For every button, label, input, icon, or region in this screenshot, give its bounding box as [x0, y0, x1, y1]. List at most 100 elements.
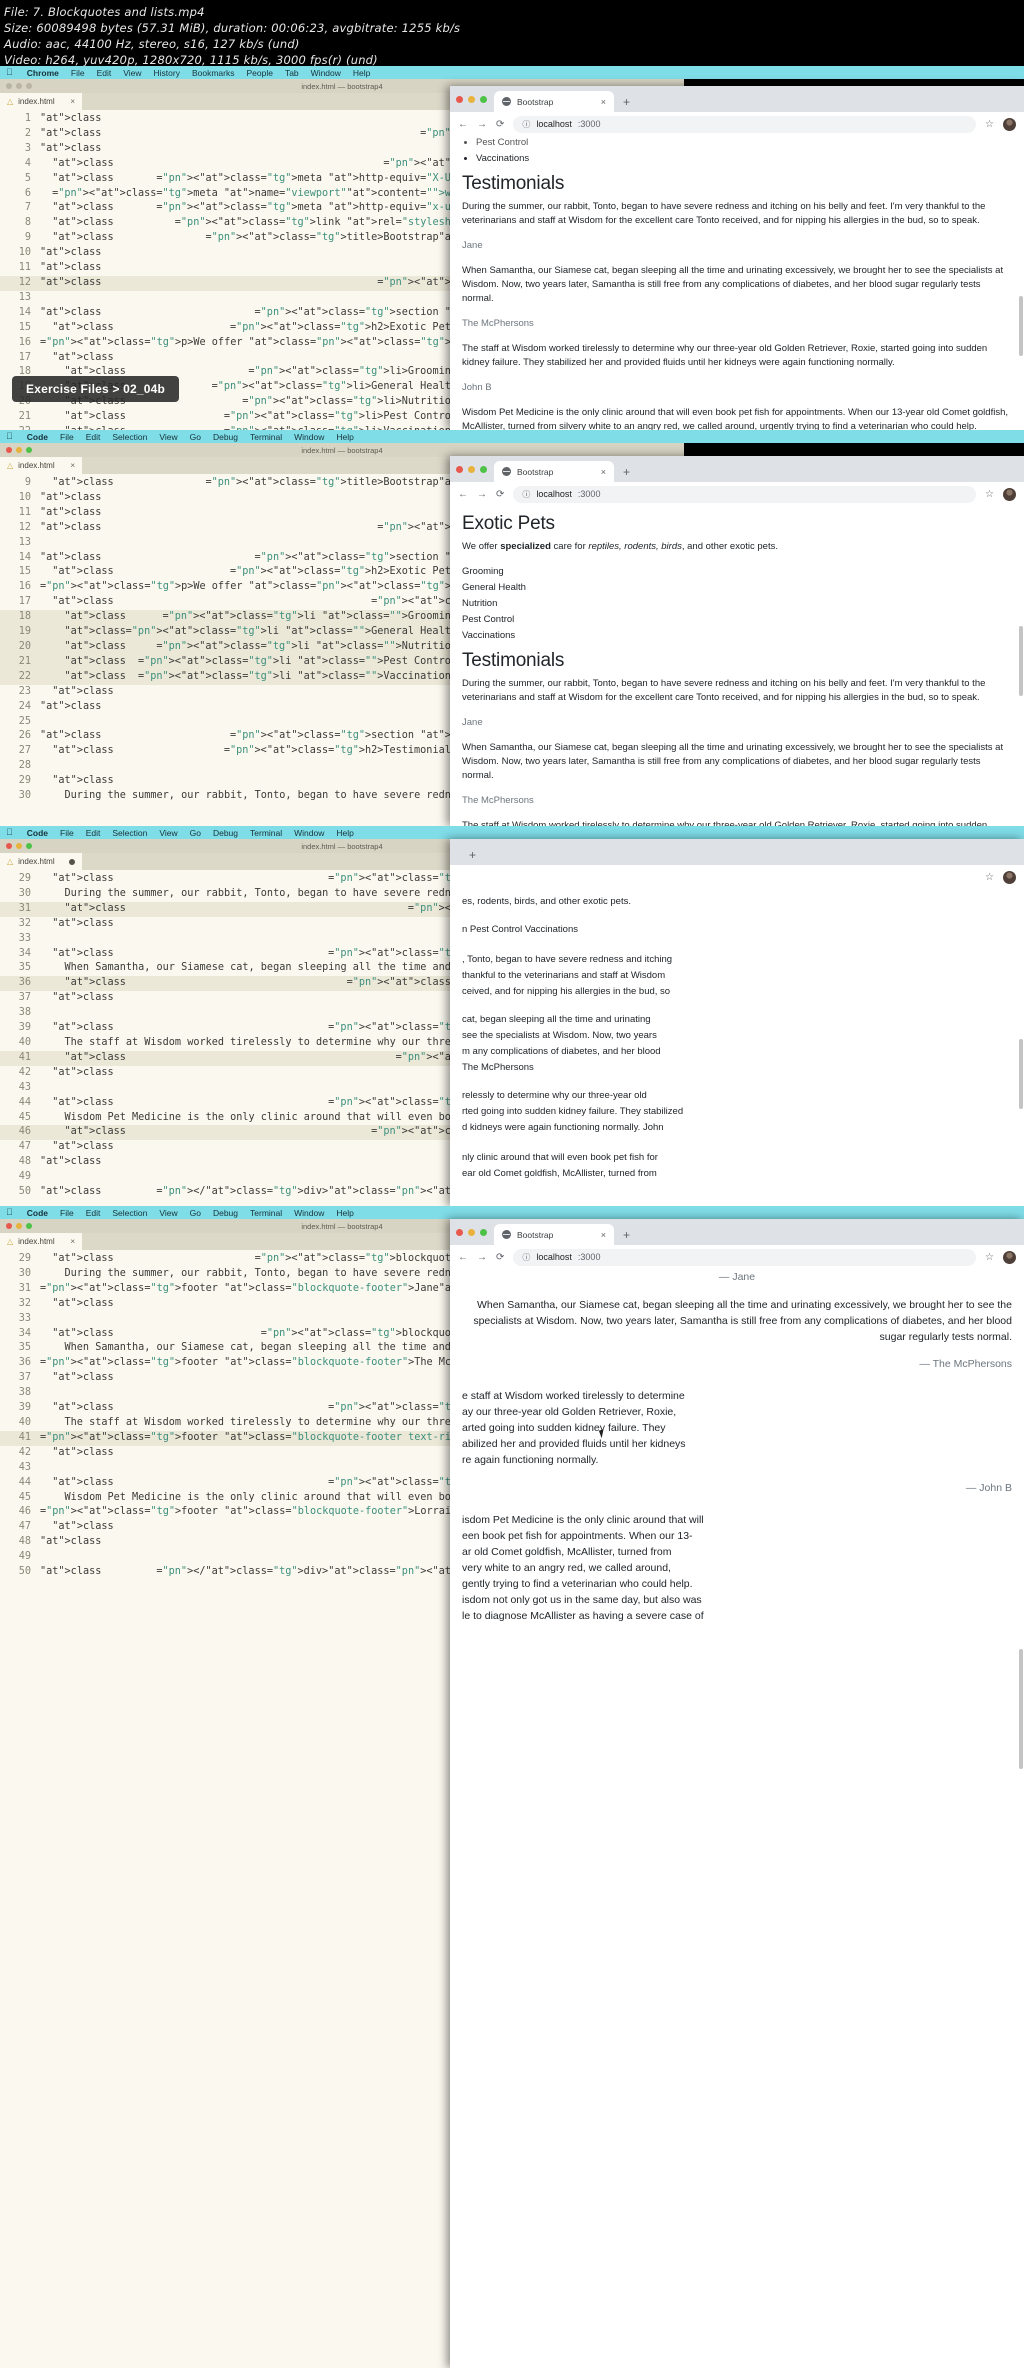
- site-info-icon[interactable]: ⓘ: [522, 1252, 530, 1263]
- menu-item-file[interactable]: File: [54, 828, 80, 838]
- menu-item-help[interactable]: Help: [330, 1208, 359, 1218]
- maximize-button[interactable]: [480, 95, 487, 103]
- menu-item-window[interactable]: Window: [305, 68, 347, 78]
- minimize-button[interactable]: [468, 465, 475, 473]
- macos-menubar-code[interactable]:  Code File Edit Selection View Go Debug…: [0, 430, 1024, 443]
- menu-item-selection[interactable]: Selection: [106, 1208, 153, 1218]
- forward-icon[interactable]: →: [477, 119, 487, 130]
- site-info-icon[interactable]: ⓘ: [522, 489, 530, 500]
- reload-icon[interactable]: ⟳: [496, 1252, 504, 1263]
- close-icon[interactable]: ×: [70, 1237, 75, 1246]
- menu-item-debug[interactable]: Debug: [207, 1208, 244, 1218]
- url-input[interactable]: ⓘ localhost:3000: [513, 115, 977, 133]
- menu-item-view[interactable]: View: [153, 1208, 183, 1218]
- close-icon[interactable]: ×: [70, 97, 75, 106]
- browser-tab-bootstrap[interactable]: Bootstrap ×: [494, 91, 614, 112]
- browser-traffic-lights[interactable]: [456, 86, 487, 112]
- url-input[interactable]: [477, 869, 976, 886]
- reload-icon[interactable]: ⟳: [496, 489, 504, 500]
- menu-item-terminal[interactable]: Terminal: [244, 828, 288, 838]
- forward-icon[interactable]: →: [477, 489, 487, 500]
- menu-item-view[interactable]: View: [117, 68, 147, 78]
- browser-tabbar[interactable]: Bootstrap × +: [450, 456, 1024, 482]
- close-icon[interactable]: ×: [601, 97, 606, 107]
- browser-scrollbar[interactable]: [1019, 136, 1024, 430]
- avatar[interactable]: [1003, 117, 1016, 131]
- browser-scrollbar[interactable]: [1019, 889, 1024, 1206]
- menu-item-help[interactable]: Help: [347, 68, 376, 78]
- editor-tab-index-html[interactable]: △ index.html: [0, 853, 82, 870]
- browser-tabbar[interactable]: Bootstrap × +: [450, 1219, 1024, 1245]
- new-tab-button[interactable]: +: [614, 465, 639, 482]
- menu-item-history[interactable]: History: [148, 68, 186, 78]
- menu-item-file[interactable]: File: [54, 1208, 80, 1218]
- back-icon[interactable]: ←: [458, 119, 468, 130]
- menu-item-people[interactable]: People: [240, 68, 278, 78]
- menu-item-window[interactable]: Window: [288, 828, 330, 838]
- bookmark-star-icon[interactable]: ☆: [985, 872, 994, 883]
- menu-item-code[interactable]: Code: [21, 1208, 54, 1218]
- menu-item-terminal[interactable]: Terminal: [244, 1208, 288, 1218]
- menu-item-go[interactable]: Go: [184, 432, 207, 442]
- minimize-button[interactable]: [468, 1228, 475, 1236]
- menu-item-debug[interactable]: Debug: [207, 432, 244, 442]
- menu-item-edit[interactable]: Edit: [91, 68, 118, 78]
- menu-item-window[interactable]: Window: [288, 432, 330, 442]
- browser-tabbar[interactable]: +: [450, 839, 1024, 865]
- menu-item-terminal[interactable]: Terminal: [244, 432, 288, 442]
- browser-tab-bootstrap[interactable]: Bootstrap ×: [494, 461, 614, 482]
- menu-item-view[interactable]: View: [153, 432, 183, 442]
- editor-tab-index-html[interactable]: △ index.html ×: [0, 1233, 82, 1250]
- close-icon[interactable]: ×: [70, 461, 75, 470]
- browser-addressbar[interactable]: ← ☆: [450, 865, 1024, 889]
- new-tab-button[interactable]: +: [614, 95, 639, 112]
- menu-item-code[interactable]: Code: [21, 828, 54, 838]
- back-icon[interactable]: ←: [458, 489, 468, 500]
- new-tab-button[interactable]: +: [460, 848, 485, 865]
- macos-menubar-code[interactable]:  Code File Edit Selection View Go Debug…: [0, 826, 1024, 839]
- menu-item-file[interactable]: File: [65, 68, 91, 78]
- apple-icon[interactable]: : [6, 68, 13, 77]
- menu-item-go[interactable]: Go: [184, 1208, 207, 1218]
- bookmark-star-icon[interactable]: ☆: [985, 489, 994, 500]
- back-icon[interactable]: ←: [458, 1252, 468, 1263]
- browser-addressbar[interactable]: ← → ⟳ ⓘ localhost:3000 ☆: [450, 112, 1024, 136]
- close-icon[interactable]: ×: [601, 1230, 606, 1240]
- menu-item-window[interactable]: Window: [288, 1208, 330, 1218]
- url-input[interactable]: ⓘ localhost:3000: [513, 1248, 977, 1266]
- menu-item-view[interactable]: View: [153, 828, 183, 838]
- reload-icon[interactable]: ⟳: [496, 119, 504, 130]
- editor-tab-index-html[interactable]: △ index.html ×: [0, 457, 82, 474]
- close-button[interactable]: [456, 1228, 463, 1236]
- menu-item-edit[interactable]: Edit: [80, 1208, 107, 1218]
- apple-icon[interactable]: : [6, 828, 13, 837]
- browser-addressbar[interactable]: ← → ⟳ ⓘ localhost:3000 ☆: [450, 1245, 1024, 1269]
- minimize-button[interactable]: [468, 95, 475, 103]
- menu-item-code[interactable]: Code: [21, 432, 54, 442]
- maximize-button[interactable]: [480, 1228, 487, 1236]
- site-info-icon[interactable]: ⓘ: [522, 119, 530, 130]
- browser-traffic-lights[interactable]: [456, 456, 487, 482]
- browser-traffic-lights[interactable]: [456, 1219, 487, 1245]
- macos-menubar-code[interactable]:  Code File Edit Selection View Go Debug…: [0, 1206, 1024, 1219]
- browser-scrollbar[interactable]: [1019, 1269, 1024, 2368]
- editor-tab-index-html[interactable]: △ index.html ×: [0, 93, 82, 110]
- menu-item-file[interactable]: File: [54, 432, 80, 442]
- forward-icon[interactable]: →: [477, 1252, 487, 1263]
- bookmark-star-icon[interactable]: ☆: [985, 119, 994, 130]
- browser-tab-bootstrap[interactable]: Bootstrap ×: [494, 1224, 614, 1245]
- browser-addressbar[interactable]: ← → ⟳ ⓘ localhost:3000 ☆: [450, 482, 1024, 506]
- close-button[interactable]: [456, 95, 463, 103]
- avatar[interactable]: [1003, 1250, 1016, 1264]
- url-input[interactable]: ⓘ localhost:3000: [513, 485, 977, 503]
- menu-item-bookmarks[interactable]: Bookmarks: [186, 68, 241, 78]
- close-button[interactable]: [456, 465, 463, 473]
- apple-icon[interactable]: : [6, 1208, 13, 1217]
- menu-item-edit[interactable]: Edit: [80, 828, 107, 838]
- menu-item-help[interactable]: Help: [330, 828, 359, 838]
- menu-item-debug[interactable]: Debug: [207, 828, 244, 838]
- menu-item-chrome[interactable]: Chrome: [21, 68, 65, 78]
- menu-item-tab[interactable]: Tab: [279, 68, 305, 78]
- browser-tabbar[interactable]: Bootstrap × +: [450, 86, 1024, 112]
- browser-scrollbar[interactable]: [1019, 506, 1024, 826]
